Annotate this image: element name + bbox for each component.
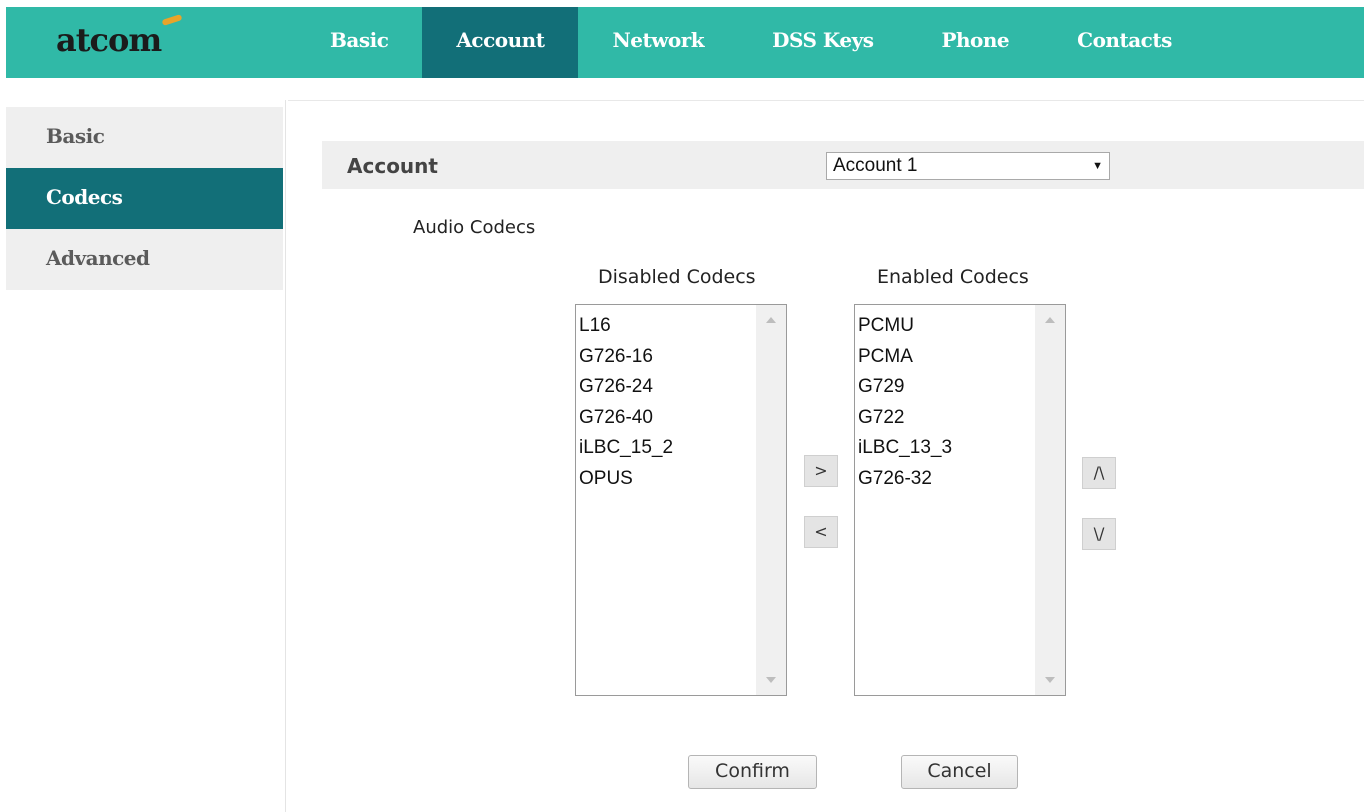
account-select[interactable]: Account 1 ▼ bbox=[826, 152, 1110, 180]
sidebar-divider bbox=[285, 100, 286, 812]
sidebar: Basic Codecs Advanced bbox=[6, 107, 283, 290]
enabled-codecs-label: Enabled Codecs bbox=[877, 266, 1029, 288]
disabled-codecs-label: Disabled Codecs bbox=[598, 266, 756, 288]
scroll-down-icon[interactable] bbox=[1045, 677, 1055, 683]
move-down-button[interactable]: \/ bbox=[1082, 518, 1116, 550]
list-item[interactable]: G726-24 bbox=[579, 372, 673, 403]
move-up-button[interactable]: /\ bbox=[1082, 457, 1116, 489]
top-nav-dss-keys[interactable]: DSS Keys bbox=[738, 7, 907, 78]
disabled-list-scrollbar[interactable] bbox=[756, 305, 786, 695]
logo-accent-mark bbox=[161, 14, 183, 26]
list-item[interactable]: G726-16 bbox=[579, 342, 673, 373]
header-divider bbox=[288, 100, 1364, 101]
confirm-button[interactable]: Confirm bbox=[688, 755, 817, 789]
account-row: Account Account 1 ▼ bbox=[322, 141, 1364, 189]
cancel-button[interactable]: Cancel bbox=[901, 755, 1018, 789]
list-item[interactable]: G726-40 bbox=[579, 403, 673, 434]
top-nav-contacts[interactable]: Contacts bbox=[1043, 7, 1206, 78]
atcom-logo: atcom bbox=[56, 14, 183, 59]
move-to-enabled-button[interactable]: > bbox=[804, 455, 838, 487]
sidebar-item-codecs[interactable]: Codecs bbox=[6, 168, 283, 229]
scroll-down-icon[interactable] bbox=[766, 677, 776, 683]
dropdown-arrow-icon: ▼ bbox=[1092, 160, 1103, 172]
list-item[interactable]: G726-32 bbox=[858, 464, 952, 495]
list-item[interactable]: OPUS bbox=[579, 464, 673, 495]
disabled-codecs-list[interactable]: L16 G726-16 G726-24 G726-40 iLBC_15_2 OP… bbox=[575, 304, 787, 696]
top-nav-basic[interactable]: Basic bbox=[296, 7, 422, 78]
list-item[interactable]: PCMA bbox=[858, 342, 952, 373]
top-header: atcom Basic Account Network DSS Keys Pho… bbox=[6, 7, 1364, 78]
top-nav-phone[interactable]: Phone bbox=[907, 7, 1043, 78]
list-item[interactable]: G729 bbox=[858, 372, 952, 403]
sidebar-item-basic[interactable]: Basic bbox=[6, 107, 283, 168]
scroll-up-icon[interactable] bbox=[1045, 317, 1055, 323]
account-label: Account bbox=[347, 154, 438, 178]
list-item[interactable]: PCMU bbox=[858, 311, 952, 342]
account-select-value: Account 1 bbox=[833, 155, 918, 176]
top-nav-account[interactable]: Account bbox=[422, 7, 579, 78]
top-nav: Basic Account Network DSS Keys Phone Con… bbox=[296, 7, 1206, 78]
top-nav-network[interactable]: Network bbox=[578, 7, 738, 78]
audio-codecs-label: Audio Codecs bbox=[413, 217, 536, 238]
scroll-up-icon[interactable] bbox=[766, 317, 776, 323]
move-to-disabled-button[interactable]: < bbox=[804, 516, 838, 548]
list-item[interactable]: L16 bbox=[579, 311, 673, 342]
enabled-codecs-list[interactable]: PCMU PCMA G729 G722 iLBC_13_3 G726-32 bbox=[854, 304, 1066, 696]
enabled-list-scrollbar[interactable] bbox=[1035, 305, 1065, 695]
list-item[interactable]: iLBC_13_3 bbox=[858, 433, 952, 464]
list-item[interactable]: G722 bbox=[858, 403, 952, 434]
list-item[interactable]: iLBC_15_2 bbox=[579, 433, 673, 464]
sidebar-item-advanced[interactable]: Advanced bbox=[6, 229, 283, 290]
